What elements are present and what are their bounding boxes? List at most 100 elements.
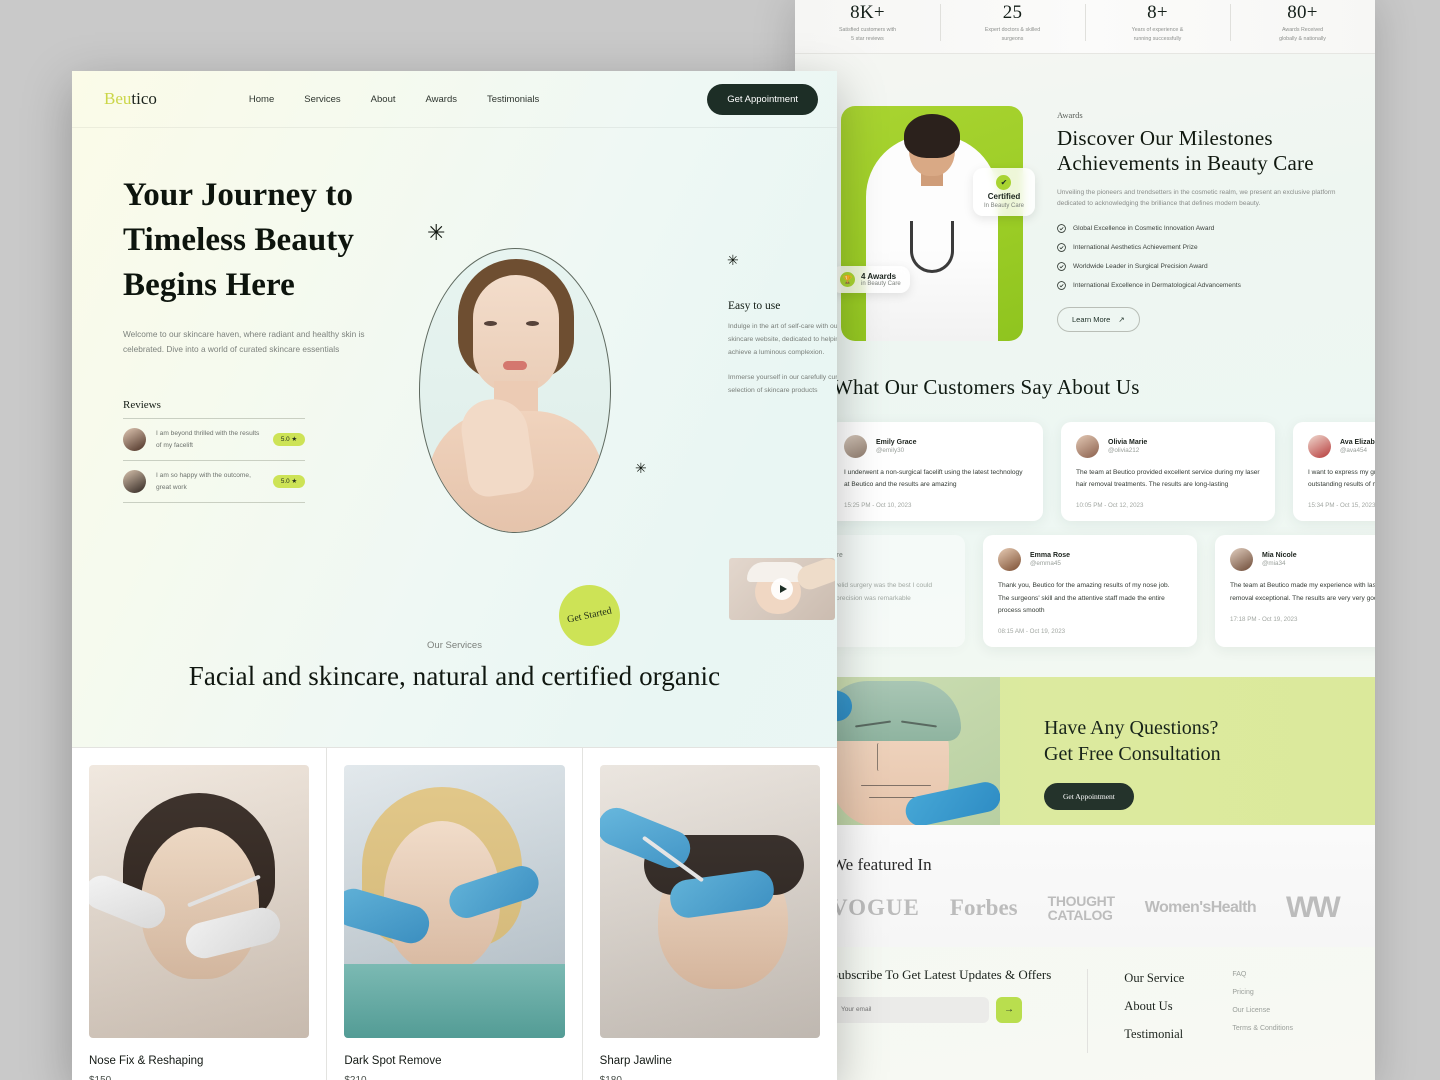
award-list-label: Worldwide Leader in Surgical Precision A… — [1073, 262, 1208, 270]
award-list-label: Global Excellence in Cosmetic Innovation… — [1073, 224, 1215, 232]
services-section: Our Services Facial and skincare, natura… — [72, 628, 837, 695]
avatar — [844, 435, 867, 458]
sparkle-icon: ✳ — [427, 220, 446, 245]
testimonial-date: 10:05 PM - Oct 12, 2023 — [1076, 502, 1144, 510]
press-logos: VOGUE Forbes THOUGHT CATALOG Women'sHealt… — [831, 891, 1375, 925]
stat-label-line2: globally & nationally — [1279, 35, 1326, 42]
testimonial-card[interactable]: Mia Nicole @mia34 The team at Beutico ma… — [1215, 535, 1375, 647]
nav-item-home[interactable]: Home — [249, 94, 274, 105]
hero-copy: Your Journey to Timeless Beauty Begins H… — [123, 173, 393, 504]
easy-to-use-paragraph-1: Indulge in the art of self-care with our… — [728, 323, 837, 356]
testimonial-name: Emily Grace — [876, 438, 917, 446]
service-title: Sharp Jawline — [599, 1054, 672, 1067]
footer-link-testimonial[interactable]: Testimonial — [1124, 1027, 1184, 1042]
stat-label-line2: surgeons — [1001, 35, 1024, 42]
nav-item-services[interactable]: Services — [304, 94, 340, 105]
sparkle-icon: ✳ — [635, 460, 647, 476]
easy-to-use-paragraph-2: Immerse yourself in our carefully curate… — [728, 373, 837, 394]
stat-value: 8K+ — [850, 2, 885, 24]
testimonial-body: I underwent a non-surgical facelift usin… — [844, 469, 1023, 489]
image-overlay — [89, 764, 310, 1038]
award-list-item: International Excellence in Dermatologic… — [1057, 280, 1375, 290]
service-title: Nose Fix & Reshaping — [89, 1054, 204, 1067]
service-image — [344, 764, 565, 1038]
play-icon[interactable] — [771, 578, 793, 600]
service-card[interactable]: Dark Spot Remove $210 — [327, 747, 583, 1080]
hero-model-photo — [419, 248, 611, 533]
testimonial-card[interactable]: Emily Grace @emily30 I underwent a non-s… — [829, 422, 1043, 522]
service-price: $180 — [600, 1075, 820, 1080]
screenshot-canvas: 8K+ Satisfied customers with 5 star revi… — [0, 0, 1440, 1080]
testimonial-name: Emma Rose — [1030, 551, 1071, 559]
awards-badge-subtitle: in Beauty Care — [861, 281, 901, 287]
model-lips — [503, 361, 527, 370]
footer-link-about-us[interactable]: About Us — [1124, 999, 1184, 1014]
testimonial-date: 15:25 PM - Oct 10, 2023 — [844, 502, 912, 510]
service-card[interactable]: Sharp Jawline $180 — [582, 747, 837, 1080]
learn-more-button[interactable]: Learn More ↗ — [1057, 306, 1140, 332]
hero-section: ✳ ✳ ✳ Your Journey to Timeless Beauty Be… — [72, 128, 837, 652]
footer-link-our-license[interactable]: Our License — [1232, 1007, 1293, 1014]
avatar — [123, 428, 146, 452]
subscribe-heading: Subscribe To Get Latest Updates & Offers — [831, 966, 1052, 982]
stat-label-line1: Expert doctors & skilled — [984, 27, 1041, 34]
testimonial-date: 17:18 PM - Oct 19, 2023 — [1230, 615, 1298, 623]
service-card[interactable]: Nose Fix & Reshaping $150 — [72, 747, 328, 1080]
footer-link-pricing[interactable]: Pricing — [1232, 989, 1293, 996]
award-list-label: International Excellence in Dermatologic… — [1073, 281, 1241, 289]
testimonial-card[interactable]: Olivia Marie @olivia212 The team at Beut… — [1061, 422, 1275, 522]
testimonial-card[interactable]: Ava Elizabeth @ava454 I want to express … — [1293, 422, 1375, 522]
stat-label-line2: running successfully — [1133, 35, 1182, 42]
logo[interactable]: Beutico — [104, 89, 157, 109]
award-list-item: International Aesthetics Achievement Pri… — [1057, 242, 1375, 252]
testimonial-body: Thank you, Beutico for the amazing resul… — [998, 582, 1170, 614]
get-appointment-button[interactable]: Get Appointment — [707, 83, 818, 115]
stethoscope-icon — [910, 221, 954, 273]
footer-primary-links: Our Service About Us Testimonial — [1124, 971, 1184, 1055]
marking-line — [877, 742, 911, 771]
arrow-up-right-icon: ↗ — [1118, 314, 1125, 324]
subscribe-submit-button[interactable]: → — [996, 996, 1022, 1023]
testimonial-name: Ava Elizabeth — [1340, 438, 1375, 446]
review-item: I am so happy with the outcome, great wo… — [123, 461, 305, 504]
logo-accent: Beu — [104, 89, 132, 108]
footer: Subscribe To Get Latest Updates & Offers… — [795, 947, 1375, 1055]
model-illustration — [420, 249, 610, 532]
doctor-hair — [904, 114, 960, 158]
footer-link-terms[interactable]: Terms & Conditions — [1232, 1025, 1293, 1032]
email-field[interactable] — [831, 996, 989, 1023]
footer-link-faq[interactable]: FAQ — [1232, 971, 1293, 978]
stat-value: 25 — [1002, 2, 1023, 24]
testimonial-header: Ava Elizabeth @ava454 — [1308, 435, 1375, 458]
review-item: I am beyond thrilled with the results of… — [123, 419, 305, 462]
footer-secondary-links: FAQ Pricing Our License Terms & Conditio… — [1232, 971, 1293, 1055]
vogue-logo: VOGUE — [831, 894, 920, 920]
awards-count-badge: 🏆 4 Awards in Beauty Care — [831, 266, 910, 293]
awards-eyebrow: Awards — [1057, 110, 1083, 120]
learn-more-label: Learn More — [1072, 314, 1111, 324]
testimonial-handle: @mia34 — [1262, 560, 1286, 568]
subscribe-block: Subscribe To Get Latest Updates & Offers… — [831, 967, 1051, 1055]
awards-copy: Awards Discover Our Milestones Achieveme… — [1057, 106, 1375, 341]
testimonial-row: Sophia Claire @sophia22 My experience fo… — [795, 535, 1375, 647]
footer-link-our-service[interactable]: Our Service — [1124, 971, 1184, 986]
testimonial-name: Olivia Marie — [1108, 438, 1148, 446]
testimonial-card[interactable]: Emma Rose @emma45 Thank you, Beutico for… — [983, 535, 1197, 647]
testimonial-header: Emma Rose @emma45 — [998, 548, 1182, 572]
nav-item-about[interactable]: About — [371, 94, 396, 105]
video-thumbnail[interactable] — [729, 558, 835, 620]
get-appointment-button[interactable]: Get Appointment — [1044, 782, 1134, 810]
avatar — [1308, 435, 1331, 458]
award-list-label: International Aesthetics Achievement Pri… — [1073, 243, 1198, 251]
stat-label-line1: Years of experience & — [1131, 27, 1184, 34]
nav-links: Home Services About Awards Testimonials — [249, 94, 539, 105]
stat-value: 80+ — [1287, 2, 1318, 24]
review-score-badge: 5.0 ★ — [272, 433, 305, 447]
certified-badge: ✔ Certified In Beauty Care — [972, 168, 1035, 216]
nav-item-testimonials[interactable]: Testimonials — [487, 94, 539, 105]
thought-catalog-logo: THOUGHT CATALOG — [1047, 892, 1115, 923]
footer-divider — [1087, 968, 1089, 1053]
stat-label: Expert doctors & skilled surgeons — [946, 26, 1079, 42]
back-page-preview: 8K+ Satisfied customers with 5 star revi… — [795, 0, 1375, 1080]
nav-item-awards[interactable]: Awards — [426, 94, 458, 105]
